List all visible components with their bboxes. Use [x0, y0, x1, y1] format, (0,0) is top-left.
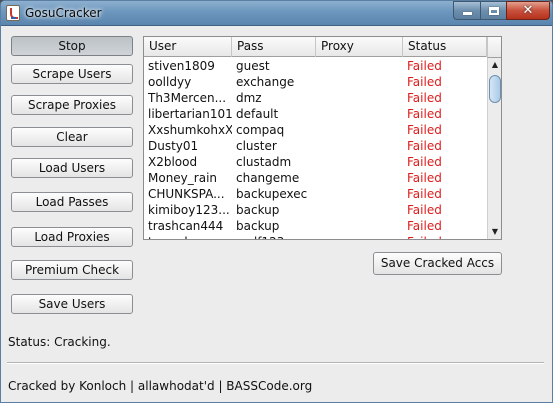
user-cell: CHUNKSPA...	[148, 187, 225, 201]
proxy-cell	[316, 106, 403, 122]
status-cell: Failed	[407, 155, 442, 169]
column-header-proxy[interactable]: Proxy	[316, 37, 403, 57]
user-cell: kimiboy123...	[148, 203, 230, 217]
user-cell: trashcan444	[148, 219, 224, 233]
proxy-cell	[316, 154, 403, 170]
scrape-proxies-button[interactable]: Scrape Proxies	[11, 95, 133, 115]
status-cell: Failed	[407, 123, 442, 137]
pass-cell: guest	[236, 59, 270, 73]
table-row[interactable]: terandoasdf123 Failed	[144, 234, 487, 239]
proxy-cell	[316, 186, 403, 202]
close-button[interactable]: ✕	[506, 1, 550, 20]
table-row[interactable]: kimiboy123... backup Failed	[144, 202, 487, 218]
close-icon: ✕	[522, 3, 534, 18]
status-cell: Failed	[407, 171, 442, 185]
accounts-table[interactable]: User Pass Proxy Status stiven1809 guest Fa…	[143, 36, 502, 240]
table-row[interactable]: libertarian101 default Failed	[144, 106, 487, 122]
pass-cell: clustadm	[236, 155, 292, 169]
proxy-cell	[316, 170, 403, 186]
table-row[interactable]: Dusty01 cluster Failed	[144, 138, 487, 154]
minimize-icon	[462, 12, 472, 15]
scroll-down-icon[interactable]: ▼	[488, 225, 501, 239]
status-cell: Failed	[407, 59, 442, 73]
status-cell: Failed	[403, 234, 487, 239]
maximize-button[interactable]	[480, 1, 506, 20]
user-cell: stiven1809	[148, 59, 215, 73]
proxy-cell	[316, 234, 403, 239]
window-controls: ✕	[453, 1, 550, 20]
status-cell: Failed	[407, 107, 442, 121]
user-cell: X2blood	[148, 155, 198, 169]
table-row[interactable]: trashcan444 backup Failed	[144, 218, 487, 234]
proxy-cell	[316, 218, 403, 234]
credits-text: Cracked by Konloch | allawhodat'd | BASS…	[8, 379, 313, 393]
save-cracked-accs-button[interactable]: Save Cracked Accs	[373, 252, 502, 275]
maximize-icon	[488, 6, 499, 15]
load-users-button[interactable]: Load Users	[11, 158, 133, 178]
minimize-button[interactable]	[453, 1, 480, 20]
column-header-user[interactable]: User	[144, 37, 232, 57]
pass-cell: default	[236, 107, 279, 121]
user-cell: oolldyy	[148, 75, 192, 89]
table-row[interactable]: stiven1809 guest Failed	[144, 58, 487, 74]
proxy-cell	[316, 122, 403, 138]
user-cell: Dusty01	[148, 139, 199, 153]
pass-cell: compaq	[236, 123, 285, 137]
stop-button[interactable]: Stop	[11, 36, 133, 56]
load-passes-button[interactable]: Load Passes	[11, 192, 133, 212]
user-cell: Money_rain	[148, 171, 218, 185]
user-cell: terando	[144, 234, 232, 239]
table-row[interactable]: Money_rain changeme Failed	[144, 170, 487, 186]
divider	[7, 362, 544, 364]
vertical-scrollbar[interactable]: ▲ ▼	[487, 58, 501, 239]
status-text: Status: Cracking.	[8, 335, 111, 349]
header-corner	[487, 37, 501, 58]
table-row[interactable]: X2blood clustadm Failed	[144, 154, 487, 170]
column-header-pass[interactable]: Pass	[232, 37, 316, 57]
table-row[interactable]: XxshumkohxX compaq Failed	[144, 122, 487, 138]
status-cell: Failed	[407, 187, 442, 201]
title-bar[interactable]: GosuCracker ✕	[1, 1, 552, 26]
proxy-cell	[316, 138, 403, 154]
proxy-cell	[316, 58, 403, 74]
pass-cell: changeme	[236, 171, 300, 185]
proxy-cell	[316, 202, 403, 218]
table-row[interactable]: Th3Mercen... dmz Failed	[144, 90, 487, 106]
user-cell: Th3Mercen...	[148, 91, 227, 105]
user-cell: XxshumkohxX	[148, 123, 232, 137]
status-cell: Failed	[407, 203, 442, 217]
pass-cell: exchange	[236, 75, 295, 89]
table-header: User Pass Proxy Status	[144, 37, 487, 57]
premium-check-button[interactable]: Premium Check	[11, 260, 133, 280]
load-proxies-button[interactable]: Load Proxies	[11, 227, 133, 247]
column-header-status[interactable]: Status	[403, 37, 487, 57]
scroll-up-icon[interactable]: ▲	[488, 58, 501, 72]
table-row[interactable]: oolldyy exchange Failed	[144, 74, 487, 90]
pass-cell: backupexec	[236, 187, 308, 201]
clear-button[interactable]: Clear	[11, 127, 133, 147]
pass-cell: cluster	[236, 139, 277, 153]
proxy-cell	[316, 90, 403, 106]
window-title: GosuCracker	[25, 6, 102, 20]
pass-cell: asdf123	[232, 234, 316, 239]
main-window: GosuCracker ✕ Stop Scrape Users Scrape P…	[0, 0, 553, 403]
status-cell: Failed	[407, 75, 442, 89]
proxy-cell	[316, 74, 403, 90]
table-row[interactable]: CHUNKSPA... backupexec Failed	[144, 186, 487, 202]
status-cell: Failed	[407, 91, 442, 105]
java-cup-icon	[6, 5, 20, 21]
user-cell: libertarian101	[148, 107, 232, 121]
status-cell: Failed	[407, 219, 442, 233]
scrape-users-button[interactable]: Scrape Users	[11, 64, 133, 84]
save-users-button[interactable]: Save Users	[11, 294, 133, 314]
pass-cell: dmz	[236, 91, 262, 105]
pass-cell: backup	[236, 203, 280, 217]
scrollbar-thumb[interactable]	[489, 75, 501, 103]
status-cell: Failed	[407, 139, 442, 153]
pass-cell: backup	[236, 219, 280, 233]
table-body: stiven1809 guest Failed oolldyy exchange Fail…	[144, 58, 487, 239]
